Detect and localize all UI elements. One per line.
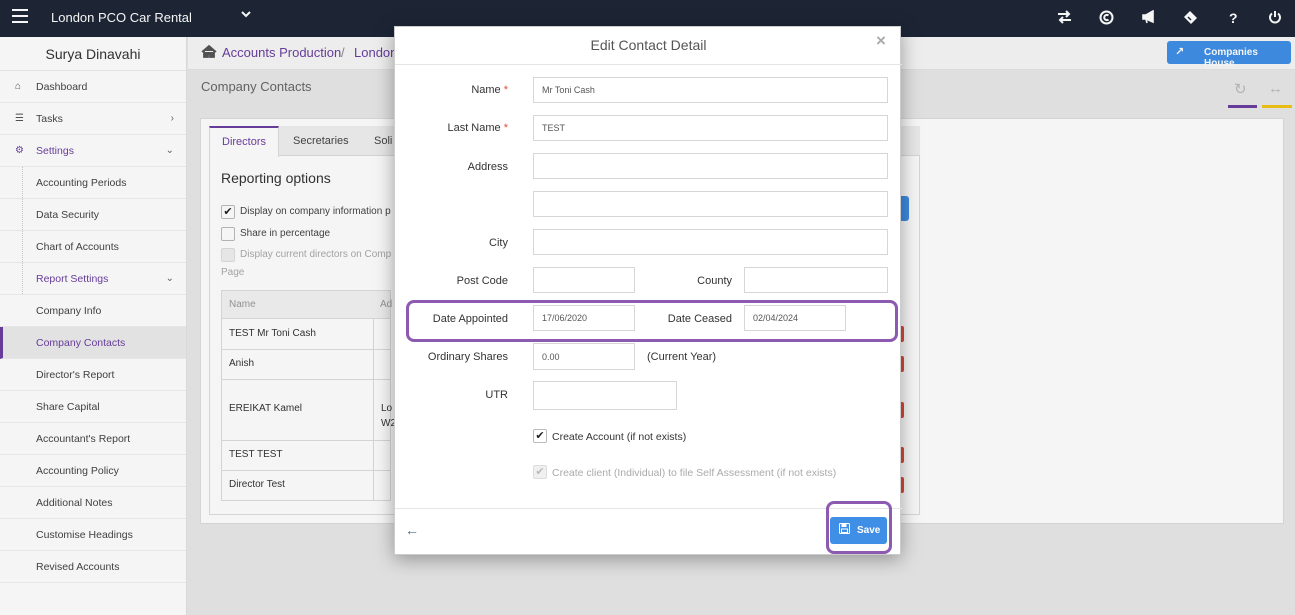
required-marker: *	[503, 84, 508, 96]
county-label: County	[697, 275, 732, 287]
highlight-dates	[406, 300, 898, 342]
last-name-label-text: Last Name	[447, 122, 501, 134]
utr-label: UTR	[485, 389, 508, 401]
floppy-disk-icon	[839, 523, 850, 537]
county-input[interactable]	[744, 267, 888, 293]
save-button[interactable]: Save	[830, 517, 887, 544]
last-name-input[interactable]	[533, 115, 888, 141]
current-year-note: (Current Year)	[647, 351, 717, 363]
back-arrow-icon[interactable]: ←	[405, 522, 419, 538]
ordinary-shares-label: Ordinary Shares	[427, 351, 508, 363]
required-marker: *	[503, 122, 508, 134]
post-code-input[interactable]	[533, 267, 635, 293]
city-input[interactable]	[533, 229, 888, 255]
ordinary-shares-input[interactable]	[533, 343, 635, 370]
city-label: City	[489, 237, 508, 249]
post-code-label: Post Code	[456, 275, 508, 287]
modal-header-divider	[395, 64, 902, 65]
modal-title: Edit Contact Detail	[590, 37, 707, 53]
address-line-2-input[interactable]	[533, 191, 888, 217]
create-account-checkbox[interactable]: ✔	[533, 429, 547, 443]
utr-input[interactable]	[533, 381, 677, 410]
name-label: Name *	[420, 84, 508, 96]
address-line-1-input[interactable]	[533, 153, 888, 179]
address-label: Address	[467, 161, 508, 173]
last-name-label: Last Name *	[420, 122, 508, 134]
name-input[interactable]	[533, 77, 888, 103]
create-client-checkbox: ✔	[533, 465, 547, 479]
create-account-label: Create Account (if not exists)	[552, 431, 687, 443]
name-label-text: Name	[471, 84, 501, 96]
create-client-label: Create client (Individual) to file Self …	[552, 467, 837, 479]
close-icon[interactable]: ×	[876, 31, 886, 51]
save-label: Save	[857, 525, 881, 536]
